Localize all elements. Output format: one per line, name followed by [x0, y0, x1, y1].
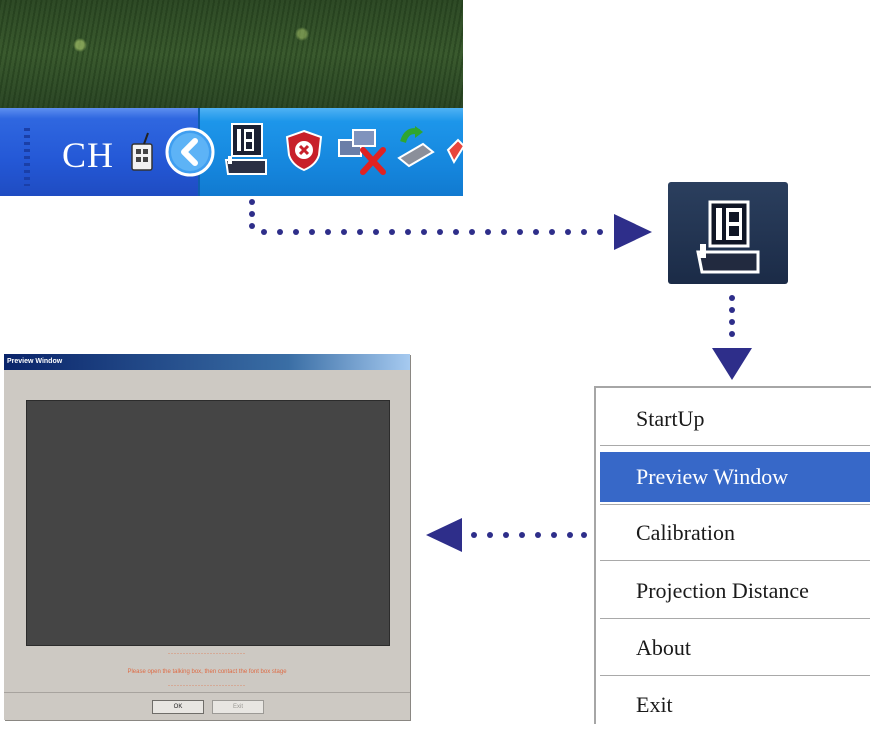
- menu-separator: [600, 445, 870, 447]
- preview-window-dialog: Preview Window -------------------------…: [4, 354, 410, 720]
- menu-item-preview-window[interactable]: Preview Window: [600, 452, 870, 502]
- menu-separator: [600, 560, 870, 562]
- tray-context-menu: StartUp Preview Window Calibration Proje…: [594, 386, 871, 724]
- projection-preview-area: [26, 400, 390, 646]
- message-divider-bottom: --------------------------: [168, 683, 246, 689]
- menu-item-exit[interactable]: Exit: [600, 680, 870, 730]
- menu-item-calibration[interactable]: Calibration: [600, 508, 870, 558]
- dialog-body: -------------------------- Please open t…: [4, 370, 410, 720]
- exit-button[interactable]: Exit: [212, 700, 264, 714]
- menu-item-projection-distance[interactable]: Projection Distance: [600, 566, 870, 616]
- menu-item-about[interactable]: About: [600, 623, 870, 673]
- message-divider-top: --------------------------: [168, 651, 246, 657]
- dialog-button-divider: [4, 692, 410, 693]
- menu-separator: [600, 675, 870, 677]
- menu-item-startup[interactable]: StartUp: [600, 394, 870, 444]
- dialog-title-bar[interactable]: Preview Window: [4, 354, 410, 370]
- menu-separator: [600, 504, 870, 506]
- preview-message: Please open the talking box, then contac…: [127, 669, 287, 675]
- ok-button[interactable]: OK: [152, 700, 204, 714]
- menu-separator: [600, 618, 870, 620]
